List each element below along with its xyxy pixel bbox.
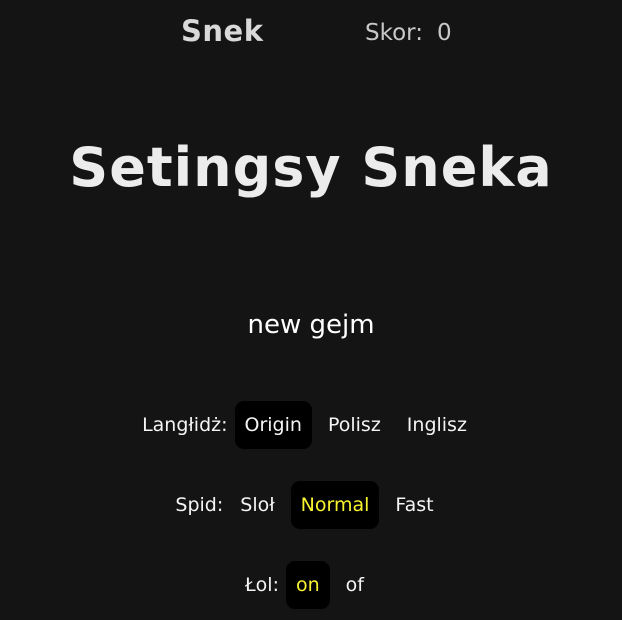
- app-title: Snek: [181, 14, 264, 48]
- lol-option-off[interactable]: of: [336, 561, 374, 609]
- speed-option-fast[interactable]: Fast: [385, 481, 443, 529]
- score-value: 0: [436, 20, 452, 46]
- language-setting-row: Langłidż: Origin Polisz Inglisz: [0, 401, 622, 449]
- lol-setting-row: Łol: on of: [0, 561, 622, 609]
- speed-option-normal[interactable]: Normal: [290, 481, 380, 529]
- speed-label: Spid:: [175, 494, 224, 516]
- score-display: Skor: 0: [365, 20, 452, 46]
- language-label: Langłidż:: [142, 414, 228, 436]
- new-game-button[interactable]: new gejm: [0, 310, 622, 340]
- lol-option-on[interactable]: on: [285, 561, 330, 609]
- speed-setting-row: Spid: Sloł Normal Fast: [0, 481, 622, 529]
- page-title: Setingsy Sneka: [69, 136, 553, 199]
- language-option-polish[interactable]: Polisz: [318, 401, 391, 449]
- speed-option-slow[interactable]: Sloł: [230, 481, 284, 529]
- settings-screen: Snek Skor: 0 Setingsy Sneka new gejm Lang…: [0, 0, 622, 620]
- language-option-english[interactable]: Inglisz: [397, 401, 477, 449]
- language-option-origin[interactable]: Origin: [234, 401, 312, 449]
- lol-label: Łol:: [245, 574, 279, 596]
- score-label: Skor:: [365, 20, 423, 46]
